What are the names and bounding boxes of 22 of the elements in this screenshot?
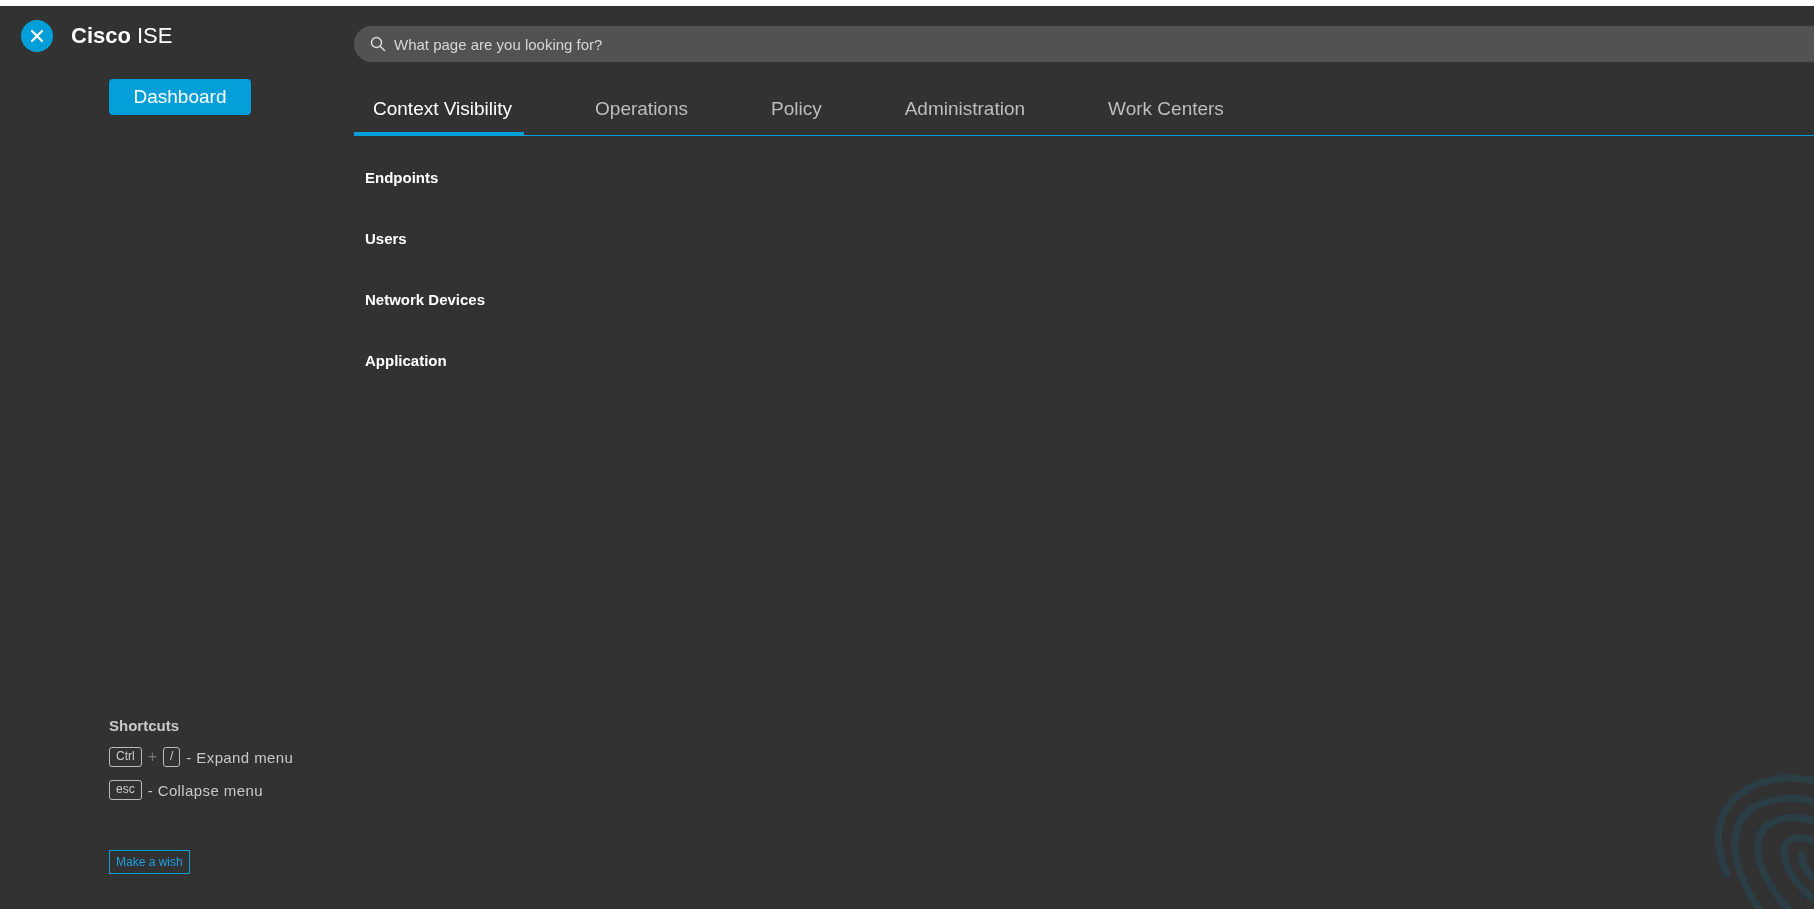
keyboard-key: / — [163, 747, 181, 767]
nav-tab[interactable]: Policy — [752, 98, 834, 136]
nav-tab[interactable]: Operations — [576, 98, 700, 136]
keyboard-key: esc — [109, 780, 142, 800]
search-icon — [370, 36, 386, 52]
menu-link[interactable]: Endpoints — [365, 169, 439, 186]
shortcuts-heading: Shortcuts — [109, 717, 180, 734]
make-a-wish-button[interactable]: Make a wish — [109, 850, 190, 874]
app-title: Cisco ISE — [71, 23, 173, 49]
nav-tab[interactable]: Administration — [885, 98, 1038, 136]
nav-tab[interactable]: Context Visibility — [354, 98, 525, 136]
shortcut-description: - Expand menu — [186, 748, 294, 766]
nav-tab[interactable]: Work Centers — [1089, 98, 1236, 136]
menu-link[interactable]: Application — [365, 352, 447, 369]
close-icon — [30, 29, 44, 43]
close-button[interactable] — [21, 20, 53, 52]
menu-link[interactable]: Network Devices — [365, 291, 486, 308]
menu-link[interactable]: Users — [365, 230, 407, 247]
plus-sign: + — [147, 748, 157, 766]
shortcut-description: - Collapse menu — [147, 781, 263, 799]
search-field[interactable]: What page are you looking for? — [354, 26, 1814, 62]
keyboard-key: Ctrl — [109, 747, 142, 767]
